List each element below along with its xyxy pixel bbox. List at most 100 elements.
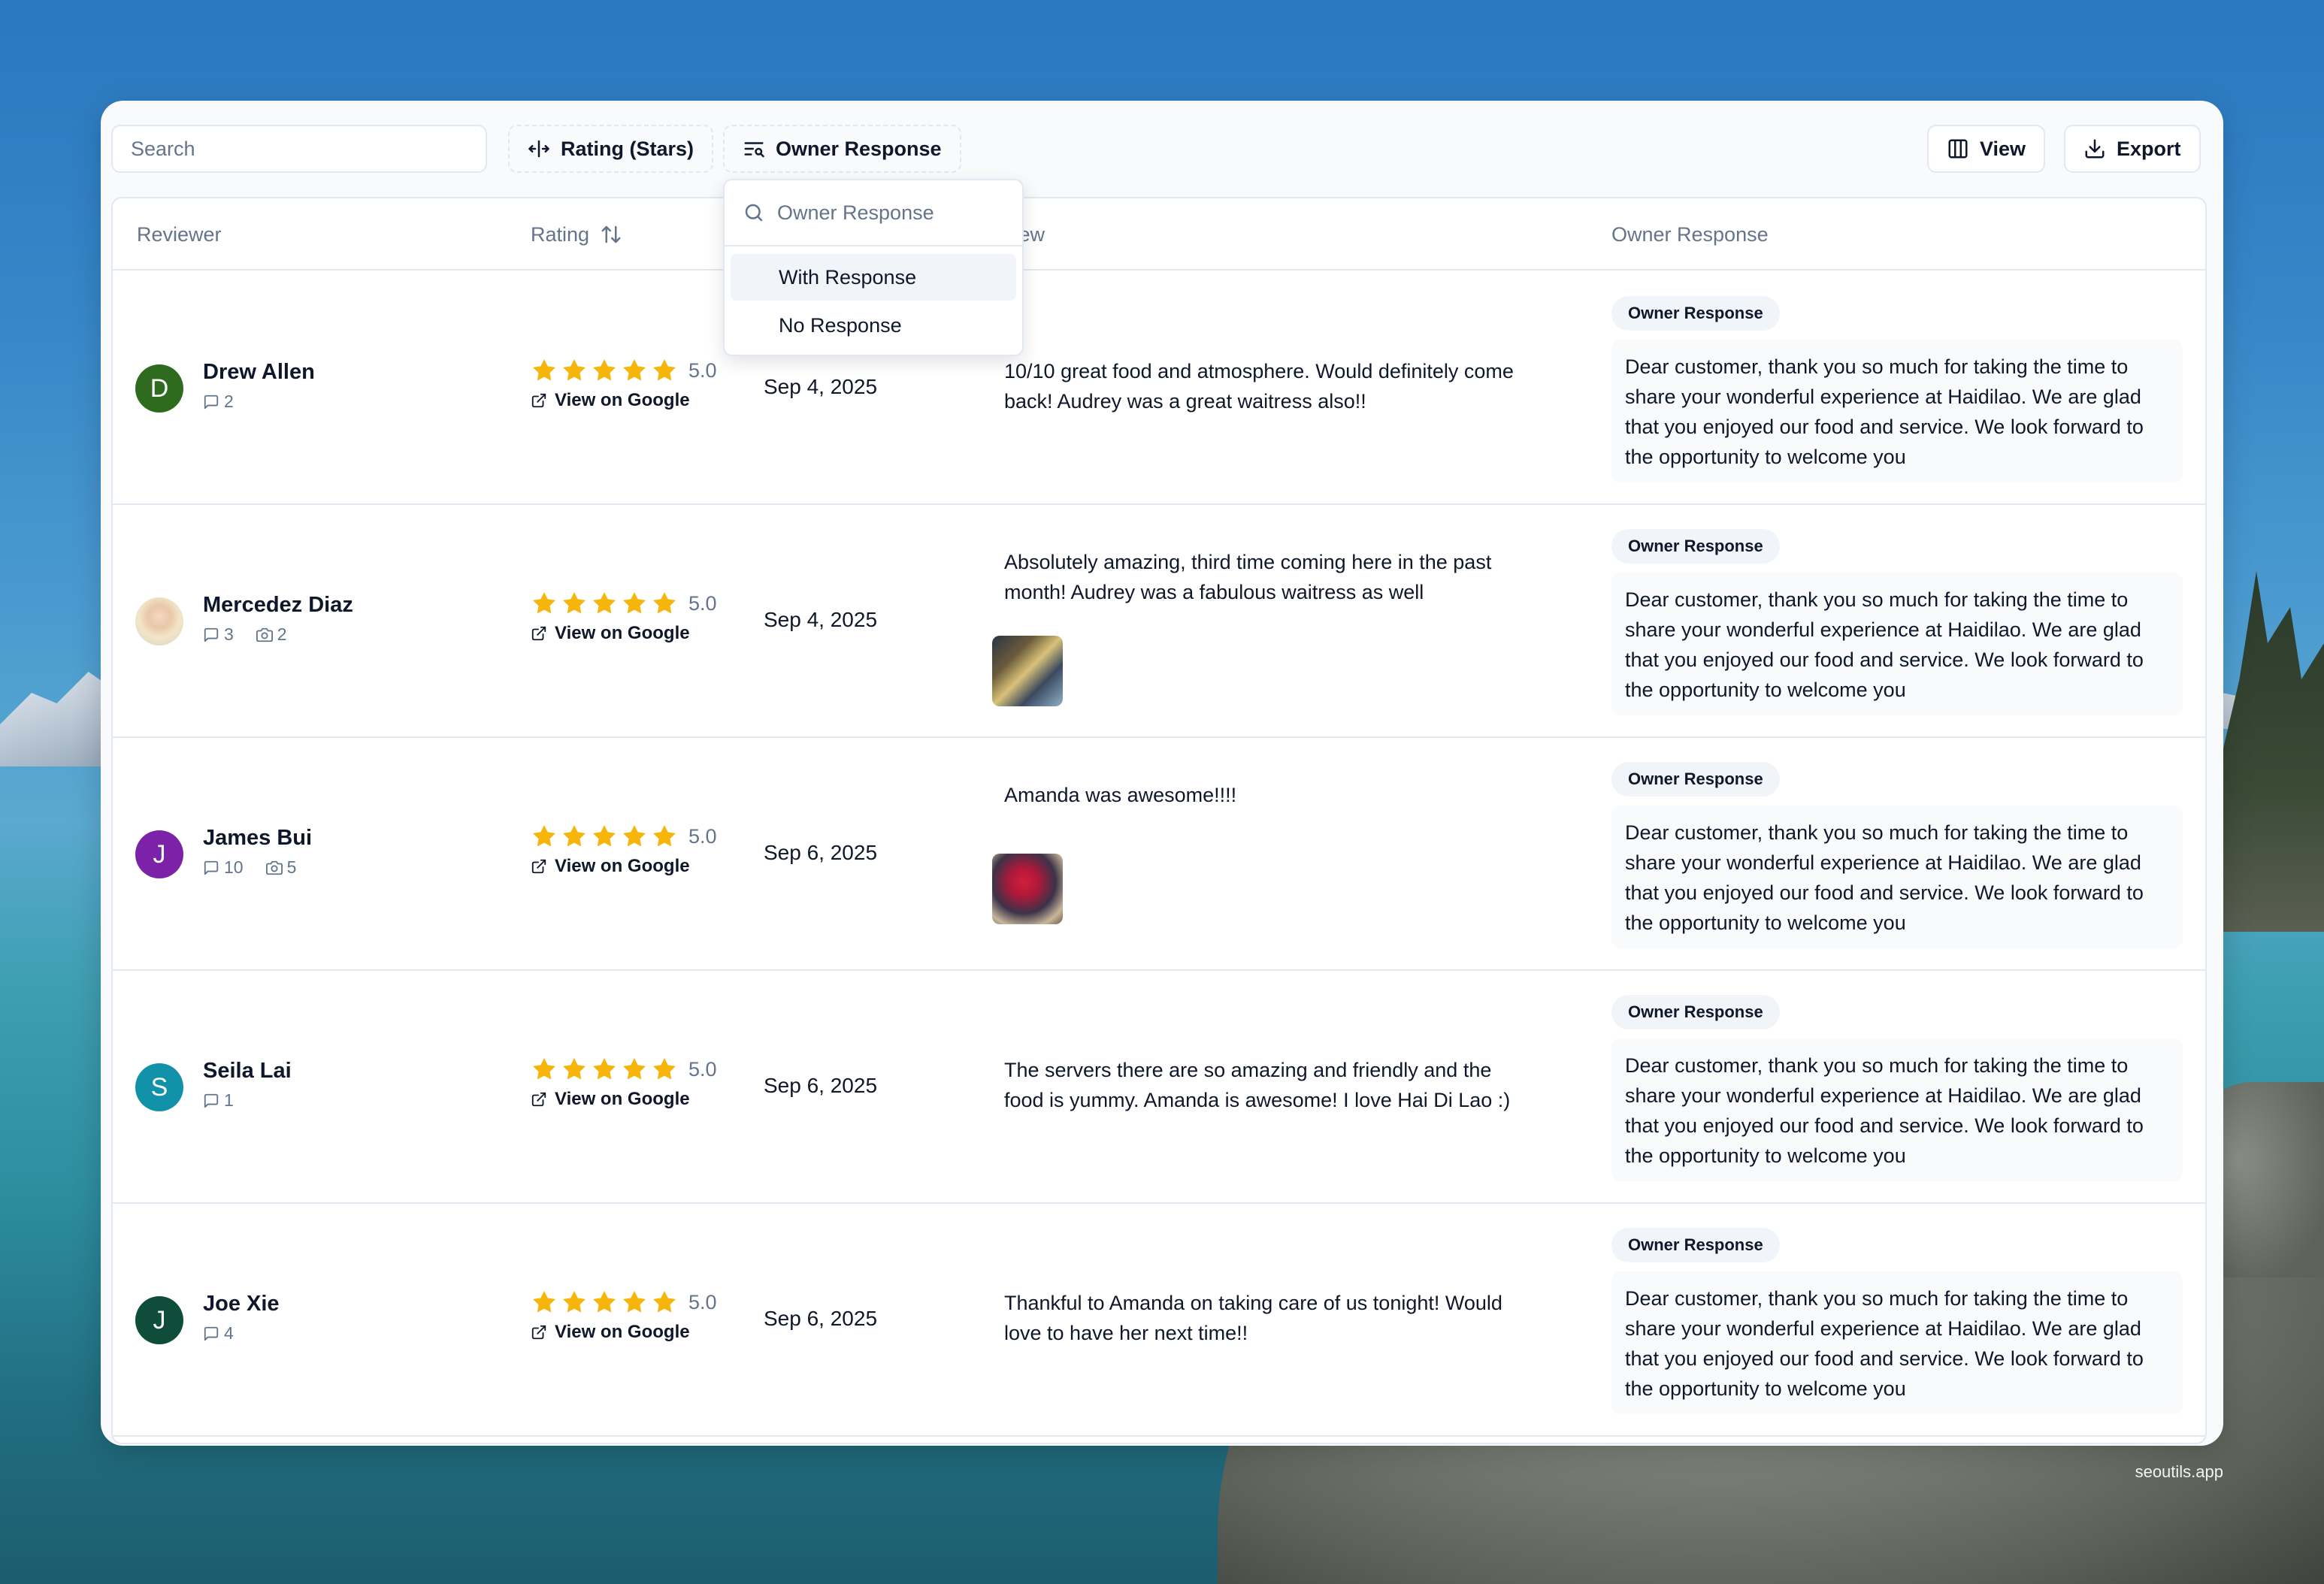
rating-stars: 5.0 [531, 823, 717, 850]
avatar: D [135, 364, 183, 413]
download-icon [2085, 139, 2105, 159]
external-link-icon [531, 859, 546, 874]
dropdown-option-with-response[interactable]: With Response [731, 254, 1016, 301]
avatar: J [135, 1296, 183, 1344]
view-on-google-link[interactable]: View on Google [531, 390, 690, 411]
reviewer-name: James Bui [203, 826, 313, 850]
export-button[interactable]: Export [2064, 125, 2201, 173]
review-date: Sep 6, 2025 [764, 1074, 878, 1097]
export-button-label: Export [2117, 137, 2181, 160]
review-photo-thumbnail[interactable] [992, 636, 1063, 706]
rating-score: 5.0 [688, 824, 717, 848]
review-text: Absolutely amazing, third time coming he… [1004, 551, 1492, 603]
owner-response-badge: Owner Response [1611, 296, 1780, 331]
owner-response-filter-label: Owner Response [776, 137, 942, 160]
owner-response-badge: Owner Response [1611, 529, 1780, 564]
owner-response-text: Dear customer, thank you so much for tak… [1611, 1271, 2183, 1414]
rating-score: 5.0 [688, 358, 717, 382]
watermark: seoutils.app [2135, 1462, 2223, 1481]
rating-filter-button[interactable]: Rating (Stars) [508, 125, 714, 173]
reviews-table: Reviewer Rating view Owner Response D Dr… [111, 197, 2207, 1444]
toolbar: Rating (Stars) Owner Response View Expor… [111, 125, 2207, 173]
review-text: 10/10 great food and atmosphere. Would d… [1004, 360, 1514, 413]
owner-response-text: Dear customer, thank you so much for tak… [1611, 340, 2183, 482]
reviewer-name: Mercedez Diaz [203, 593, 353, 617]
owner-response-badge: Owner Response [1611, 762, 1780, 797]
star-icon [653, 592, 676, 614]
star-icon [593, 825, 616, 847]
review-text: The servers there are so amazing and fri… [1004, 1059, 1511, 1111]
view-on-google-link[interactable]: View on Google [531, 1089, 690, 1110]
search-icon [745, 204, 763, 222]
comment-icon [204, 394, 219, 409]
view-on-google-link[interactable]: View on Google [531, 623, 690, 644]
column-header-owner-response[interactable]: Owner Response [1611, 198, 1769, 271]
star-icon [563, 825, 586, 847]
columns-icon [1948, 139, 1968, 159]
star-icon [653, 1058, 676, 1080]
dropdown-search-input[interactable] [777, 201, 1003, 225]
sort-icon[interactable] [600, 223, 622, 246]
column-header-rating[interactable]: Rating [531, 198, 622, 271]
comment-count: 1 [224, 1090, 234, 1110]
star-icon [563, 1058, 586, 1080]
star-icon [623, 592, 646, 614]
review-text: Amanda was awesome!!!! [1004, 784, 1237, 806]
star-icon [533, 825, 555, 847]
star-icon [533, 359, 555, 381]
star-icon [623, 1058, 646, 1080]
star-icon [653, 359, 676, 381]
dropdown-search [725, 180, 1022, 246]
table-row: D Drew Allen 2 5.0 View on Google Sep 4,… [113, 272, 2205, 505]
comment-count: 2 [224, 391, 234, 411]
owner-response-badge: Owner Response [1611, 1228, 1780, 1262]
review-date: Sep 4, 2025 [764, 375, 878, 398]
rating-score: 5.0 [688, 1057, 717, 1081]
rating-score: 5.0 [688, 1290, 717, 1313]
photo-count: 2 [277, 624, 287, 644]
avatar: J [135, 830, 183, 878]
column-header-reviewer[interactable]: Reviewer [137, 198, 222, 271]
table-header: Reviewer Rating view Owner Response [113, 198, 2205, 271]
table-row: S Seila Lai 1 5.0 View on Google Sep 6, … [113, 971, 2205, 1204]
search-input[interactable] [111, 125, 487, 173]
review-date: Sep 4, 2025 [764, 608, 878, 631]
avatar-letter: J [153, 839, 166, 869]
reviews-card: Rating (Stars) Owner Response View Expor… [101, 101, 2223, 1446]
reviewer-meta: 2 [203, 391, 234, 412]
external-link-icon [531, 1325, 546, 1340]
star-icon [623, 1291, 646, 1313]
text-search-icon [744, 142, 764, 158]
table-row: Mercedez Diaz 3 2 5.0 View on Google Sep… [113, 505, 2205, 738]
owner-response-filter-button[interactable]: Owner Response [723, 125, 961, 173]
external-link-icon [531, 393, 546, 408]
comment-icon [204, 1326, 219, 1341]
dropdown-option-no-response[interactable]: No Response [731, 302, 1016, 349]
owner-response-dropdown: With Response No Response [723, 179, 1024, 356]
review-photo-thumbnail[interactable] [992, 854, 1063, 924]
camera-icon [256, 627, 273, 642]
owner-response-text: Dear customer, thank you so much for tak… [1611, 573, 2183, 715]
review-text: Thankful to Amanda on taking care of us … [1004, 1292, 1502, 1344]
reviewer-name: Drew Allen [203, 360, 315, 384]
external-link-icon [531, 1092, 546, 1107]
external-link-icon [531, 626, 546, 641]
table-row: J James Bui 10 5 5.0 View on Google Sep … [113, 738, 2205, 971]
star-icon [623, 359, 646, 381]
view-on-google-link[interactable]: View on Google [531, 1322, 690, 1343]
comment-icon [204, 1093, 219, 1108]
reviewer-meta: 3 2 [203, 624, 287, 645]
view-button-label: View [1980, 137, 2026, 160]
reviewer-name: Seila Lai [203, 1059, 292, 1083]
rating-stars: 5.0 [531, 1056, 717, 1083]
view-on-google-label: View on Google [555, 1089, 690, 1109]
rating-stars: 5.0 [531, 1289, 717, 1316]
star-icon [653, 1291, 676, 1313]
view-on-google-link[interactable]: View on Google [531, 856, 690, 877]
owner-response-text: Dear customer, thank you so much for tak… [1611, 806, 2183, 948]
view-button[interactable]: View [1927, 125, 2046, 173]
star-icon [623, 825, 646, 847]
avatar-letter: S [150, 1072, 168, 1102]
view-on-google-label: View on Google [555, 623, 690, 643]
view-on-google-label: View on Google [555, 390, 690, 410]
